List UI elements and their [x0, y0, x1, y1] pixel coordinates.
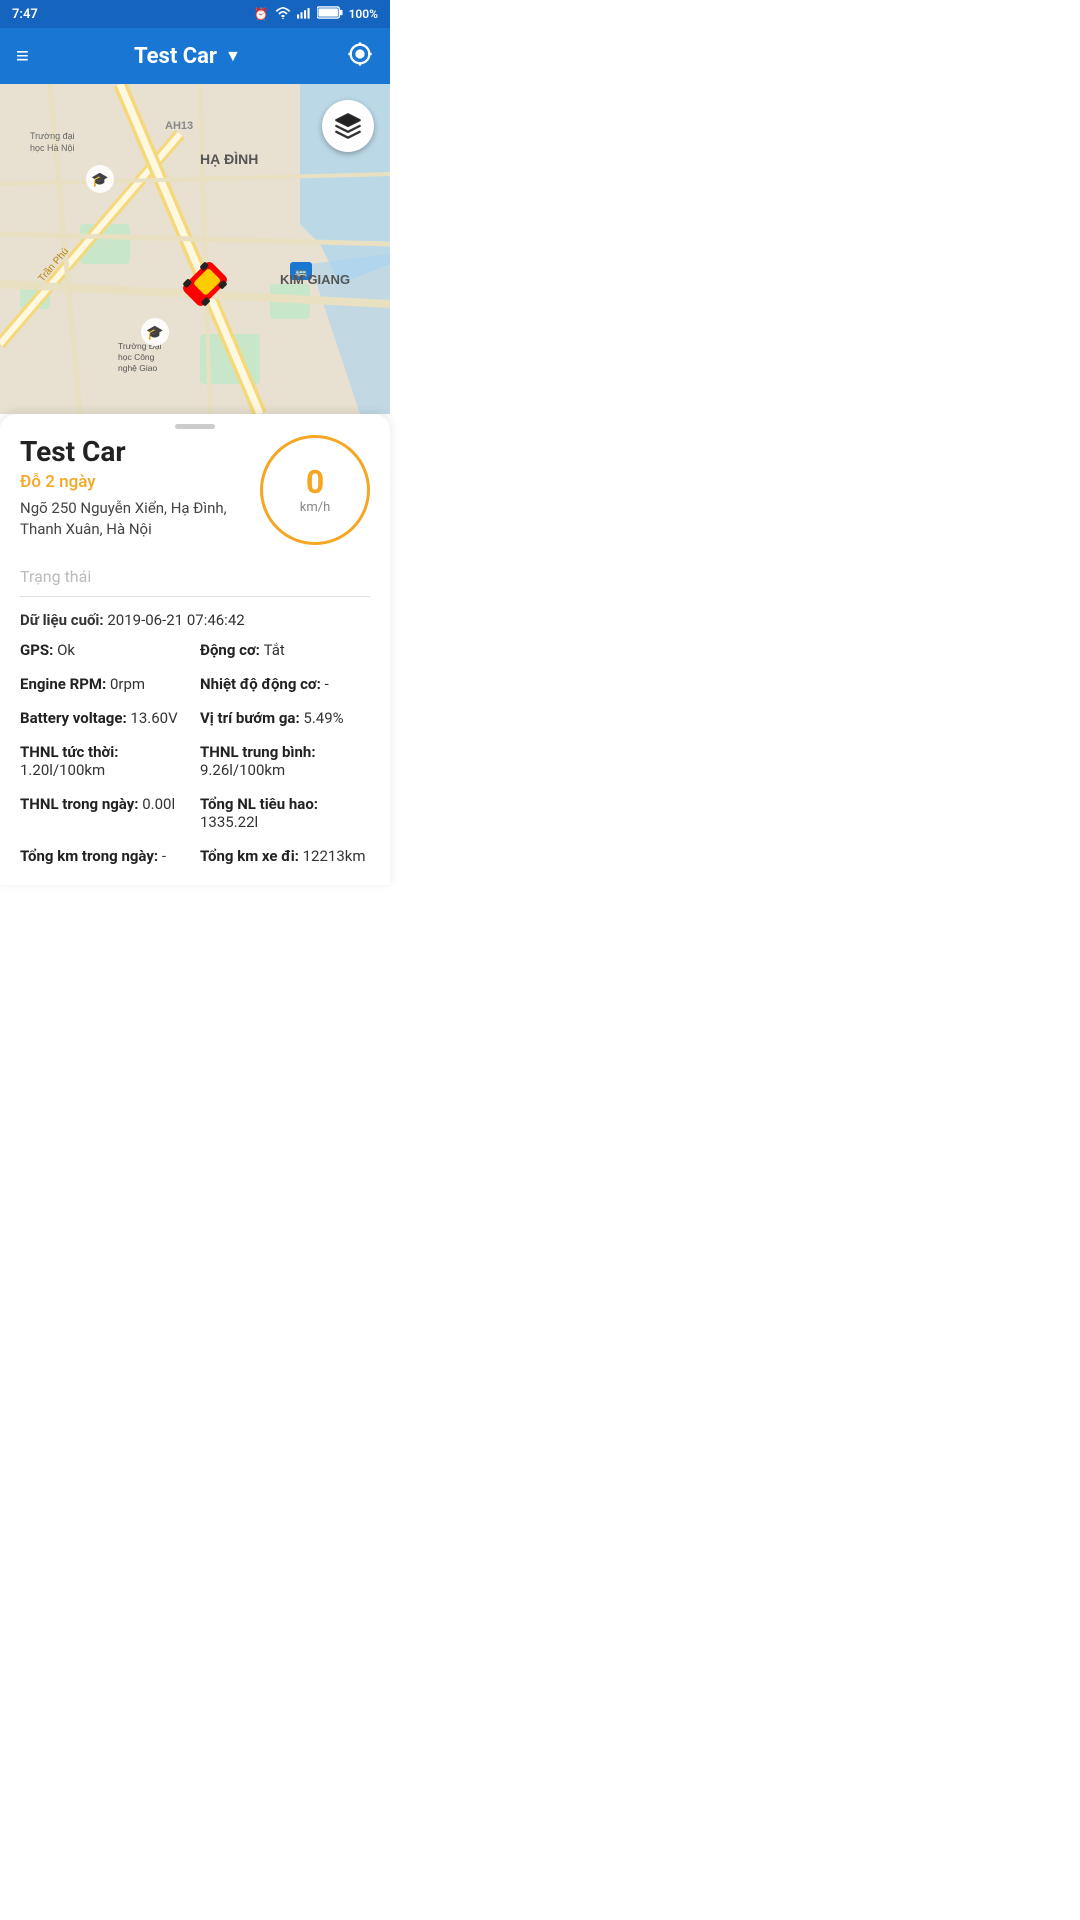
svg-text:🎓: 🎓 — [146, 325, 163, 341]
battery-percent: 100% — [349, 7, 378, 21]
svg-text:HẠ ĐÌNH: HẠ ĐÌNH — [200, 151, 258, 167]
engine-temp-label: Nhiệt độ động cơ: — [200, 675, 325, 693]
throttle-label: Vị trí bướm ga: — [200, 709, 303, 727]
status-icons: ⏰ 100% — [254, 6, 378, 22]
last-data-label: Dữ liệu cuối: — [20, 611, 104, 629]
topbar: ≡ Test Car ▼ — [0, 28, 390, 84]
daily-fuel-value: 0.00l — [142, 795, 175, 813]
instant-fuel-value: 1.20l/100km — [20, 761, 105, 779]
gps-label: GPS: — [20, 641, 57, 659]
speed-value: 0 — [306, 466, 324, 498]
svg-text:học Công: học Công — [118, 352, 155, 362]
svg-text:KIM GIANG: KIM GIANG — [280, 272, 350, 287]
rpm-label: Engine RPM: — [20, 675, 110, 693]
avg-fuel-label: THNL trung bình: — [200, 743, 316, 761]
engine-value: Tắt — [264, 641, 285, 659]
vehicle-address: Ngõ 250 Nguyễn Xiển, Hạ Đình, Thanh Xuân… — [20, 498, 240, 540]
map-area[interactable]: 🚌 HẠ ĐÌNH KIM GIANG Trường đại học Hà Nộ… — [0, 84, 390, 414]
vehicle-title: Test Car — [134, 44, 217, 69]
last-data-header: Dữ liệu cuối: 2019-06-21 07:46:42 — [20, 611, 370, 629]
time-display: 7:47 — [12, 7, 38, 22]
engine-temp-value: - — [325, 675, 329, 693]
engine-item: Động cơ: Tắt — [200, 641, 370, 659]
status-time: 7:47 — [12, 7, 38, 22]
total-fuel-value: 1335.22l — [200, 813, 258, 831]
svg-text:học Hà Nội: học Hà Nội — [30, 143, 75, 153]
trang-thai-label: Trạng thái — [20, 557, 370, 597]
parking-status: Đỗ 2 ngày — [20, 472, 240, 492]
location-icon — [346, 40, 374, 68]
last-data-value: 2019-06-21 07:46:42 — [107, 611, 244, 629]
daily-fuel-item: THNL trong ngày: 0.00l — [20, 795, 190, 831]
location-button[interactable] — [346, 40, 374, 72]
total-fuel-item: Tổng NL tiêu hao: 1335.22l — [200, 795, 370, 831]
dropdown-arrow-icon: ▼ — [225, 46, 241, 66]
rpm-value: 0rpm — [110, 675, 145, 693]
avg-fuel-item: THNL trung bình: 9.26l/100km — [200, 743, 370, 779]
alarm-icon: ⏰ — [254, 7, 269, 21]
topbar-title-area[interactable]: Test Car ▼ — [134, 44, 241, 69]
total-km-value: 12213km — [303, 847, 366, 865]
total-km-item: Tổng km xe đi: 12213km — [200, 847, 370, 865]
battery-value: 13.60V — [130, 709, 177, 727]
signal-icon — [297, 7, 311, 22]
instant-fuel-item: THNL tức thời: 1.20l/100km — [20, 743, 190, 779]
gps-value: Ok — [57, 641, 75, 659]
throttle-value: 5.49% — [303, 709, 343, 727]
battery-item: Battery voltage: 13.60V — [20, 709, 190, 727]
status-bar: 7:47 ⏰ 100% — [0, 0, 390, 28]
menu-icon: ≡ — [16, 44, 29, 69]
battery-icon — [317, 6, 343, 22]
svg-text:nghệ Giao: nghệ Giao — [118, 363, 157, 373]
info-top-row: Test Car Đỗ 2 ngày Ngõ 250 Nguyễn Xiển, … — [20, 435, 370, 545]
throttle-item: Vị trí bướm ga: 5.49% — [200, 709, 370, 727]
sheet-handle — [175, 424, 215, 429]
engine-label: Động cơ: — [200, 641, 264, 659]
avg-fuel-value: 9.26l/100km — [200, 761, 285, 779]
layers-icon — [334, 112, 362, 140]
svg-text:🎓: 🎓 — [91, 172, 108, 188]
menu-button[interactable]: ≡ — [16, 43, 29, 69]
daily-km-item: Tổng km trong ngày: - — [20, 847, 190, 865]
engine-temp-item: Nhiệt độ động cơ: - — [200, 675, 370, 693]
svg-text:Trường đại: Trường đại — [30, 131, 75, 141]
wifi-icon — [275, 7, 291, 22]
rpm-item: Engine RPM: 0rpm — [20, 675, 190, 693]
daily-km-label: Tổng km trong ngày: — [20, 847, 162, 865]
daily-km-value: - — [162, 847, 166, 865]
sheet-handle-area[interactable] — [20, 414, 370, 435]
vehicle-name: Test Car — [20, 435, 240, 468]
svg-text:AH13: AH13 — [165, 120, 193, 132]
speedometer: 0 km/h — [260, 435, 370, 545]
vehicle-info-left: Test Car Đỗ 2 ngày Ngõ 250 Nguyễn Xiển, … — [20, 435, 240, 540]
battery-label: Battery voltage: — [20, 709, 130, 727]
speed-unit: km/h — [300, 500, 331, 515]
data-grid: GPS: Ok Động cơ: Tắt Engine RPM: 0rpm Nh… — [20, 641, 370, 865]
instant-fuel-label: THNL tức thời: — [20, 743, 118, 761]
total-km-label: Tổng km xe đi: — [200, 847, 303, 865]
bottom-sheet: Test Car Đỗ 2 ngày Ngõ 250 Nguyễn Xiển, … — [0, 414, 390, 885]
gps-item: GPS: Ok — [20, 641, 190, 659]
daily-fuel-label: THNL trong ngày: — [20, 795, 142, 813]
layer-button[interactable] — [322, 100, 374, 152]
total-fuel-label: Tổng NL tiêu hao: — [200, 795, 318, 813]
